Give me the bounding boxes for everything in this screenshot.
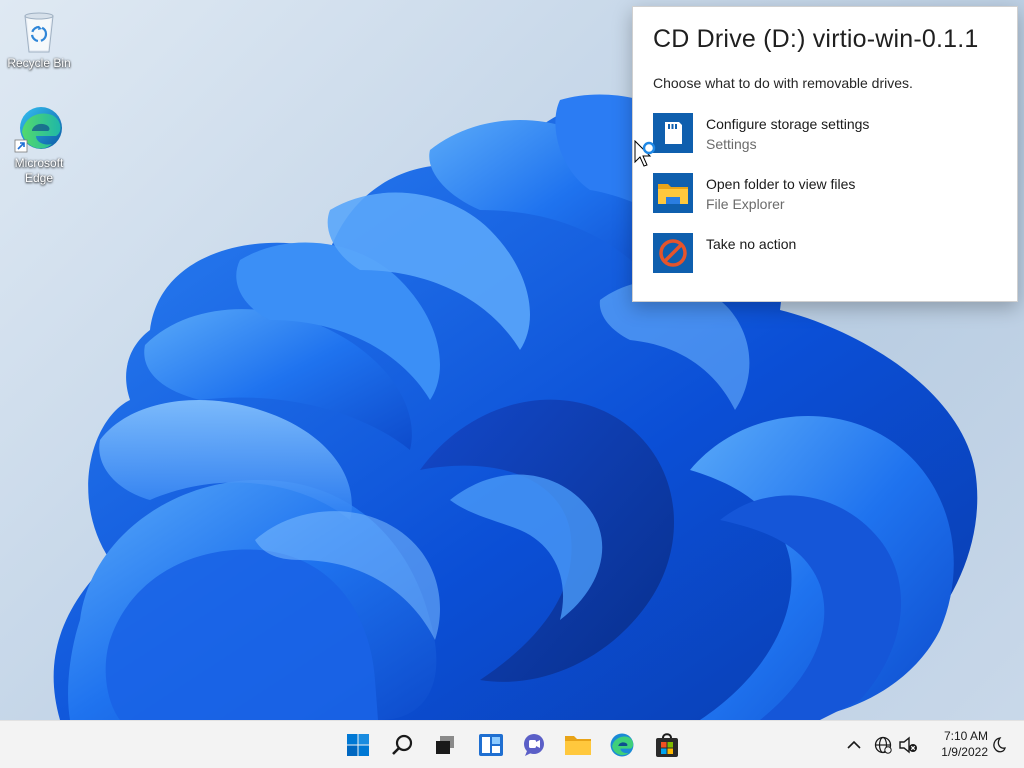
file-explorer-icon — [565, 736, 591, 755]
search-button[interactable] — [386, 729, 418, 761]
option-configure-storage[interactable]: Configure storage settings Settings — [653, 113, 999, 157]
taskbar: 7:10 AM 1/9/2022 — [0, 720, 1024, 768]
edge-icon — [14, 107, 62, 153]
option-open-folder-sublabel: File Explorer — [706, 196, 785, 212]
recycle-bin-icon — [24, 12, 54, 53]
option-configure-storage-sublabel: Settings — [706, 136, 757, 152]
autoplay-subtitle: Choose what to do with removable drives. — [653, 75, 913, 91]
task-view-icon — [436, 736, 454, 754]
chat-icon — [524, 734, 544, 756]
file-explorer-button[interactable] — [562, 729, 594, 761]
network-icon — [874, 736, 892, 754]
option-take-no-action[interactable]: Take no action — [653, 233, 999, 277]
focus-moon-icon — [993, 737, 1006, 753]
folder-icon — [653, 173, 693, 213]
volume-muted-icon — [899, 736, 917, 754]
chevron-up-icon — [847, 740, 861, 749]
option-open-folder[interactable]: Open folder to view files File Explorer — [653, 173, 999, 217]
search-icon — [392, 734, 413, 755]
store-button[interactable] — [651, 729, 683, 761]
chat-button[interactable] — [518, 729, 550, 761]
option-take-no-action-label: Take no action — [706, 236, 797, 252]
start-icon — [347, 734, 369, 756]
recycle-bin-label: Recycle Bin — [7, 56, 71, 70]
show-hidden-icons-button[interactable] — [844, 735, 864, 755]
option-open-folder-label: Open folder to view files — [706, 176, 856, 192]
start-button[interactable] — [342, 729, 374, 761]
microsoft-edge-label: Microsoft Edge — [14, 156, 64, 185]
clock-time: 7:10 AM — [943, 729, 988, 743]
microsoft-edge-desktop-icon[interactable]: Microsoft Edge — [1, 104, 77, 186]
clock-date: 1/9/2022 — [941, 745, 988, 759]
no-action-icon — [653, 233, 693, 273]
task-view-button[interactable] — [429, 729, 461, 761]
autoplay-flyout: CD Drive (D:) virtio-win-0.1.1 Choose wh… — [632, 6, 1018, 302]
volume-button[interactable] — [898, 735, 918, 755]
widgets-icon — [479, 734, 503, 756]
option-configure-storage-label: Configure storage settings — [706, 116, 870, 132]
widgets-button[interactable] — [475, 729, 507, 761]
edge-taskbar-button[interactable] — [606, 729, 638, 761]
taskbar-clock[interactable]: 7:10 AM 1/9/2022 — [924, 728, 988, 760]
autoplay-title: CD Drive (D:) virtio-win-0.1.1 — [653, 25, 979, 53]
store-icon — [656, 733, 678, 757]
edge-icon — [610, 733, 634, 757]
notification-button[interactable] — [988, 735, 1008, 755]
network-button[interactable] — [873, 735, 893, 755]
recycle-bin-desktop-icon[interactable]: Recycle Bin — [1, 8, 77, 71]
mouse-cursor-icon — [634, 140, 656, 167]
